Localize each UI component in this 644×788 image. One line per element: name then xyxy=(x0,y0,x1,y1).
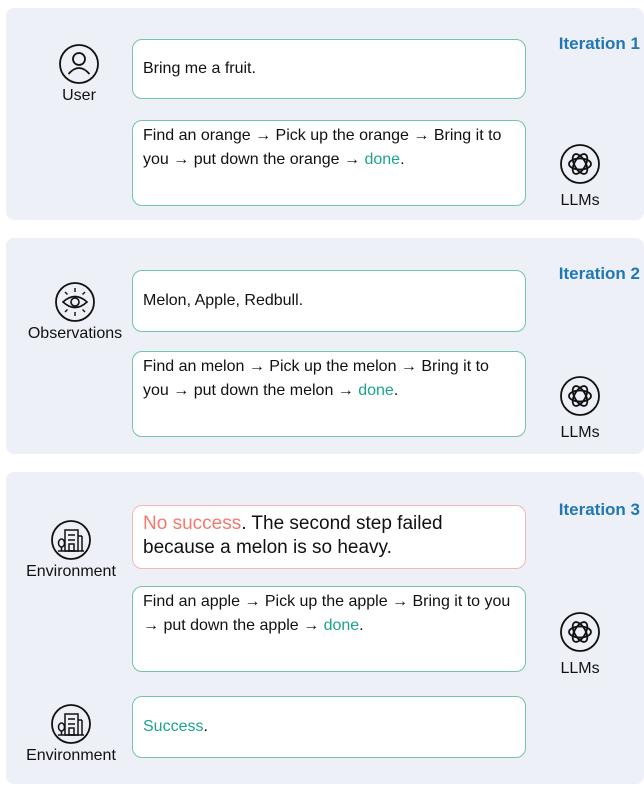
plan-end-punct: . xyxy=(393,382,399,399)
openai-logo-icon xyxy=(560,612,600,652)
final-feedback-box: Success. xyxy=(132,696,526,758)
iteration-3-panel: Iteration 3 Environment No success. The … xyxy=(6,472,644,784)
plan-end-punct: . xyxy=(359,617,364,634)
llm-actor-2: LLMs xyxy=(550,374,610,443)
llm-label: LLMs xyxy=(560,424,600,441)
iteration-3-title: Iteration 3 xyxy=(558,500,640,519)
plan-steps-text: Find an melon → Pick up the melon → Brin… xyxy=(143,358,489,399)
observations-text: Melon, Apple, Redbull. xyxy=(143,292,304,309)
iteration-2-panel: Iteration 2 Observations Melon, Apple, R… xyxy=(6,238,644,454)
plan-done-text: done xyxy=(358,382,394,399)
user-actor: User xyxy=(14,42,144,106)
llm-actor-1: LLMs xyxy=(550,142,610,211)
plan-steps-text: Find an orange → Pick up the orange → Br… xyxy=(143,127,502,168)
observations-actor: Observations xyxy=(10,280,140,344)
plan-done-text: done xyxy=(364,151,401,168)
llm-plan-box-1: Find an orange → Pick up the orange → Br… xyxy=(132,120,526,206)
llm-plan-box-3: Find an apple → Pick up the apple → Brin… xyxy=(132,586,526,672)
environment-label: Environment xyxy=(26,563,116,580)
llm-plan-box-2: Find an melon → Pick up the melon → Brin… xyxy=(132,351,526,437)
observations-box: Melon, Apple, Redbull. xyxy=(132,270,526,332)
environment-actor: Environment xyxy=(6,518,136,582)
openai-logo-icon xyxy=(560,376,600,416)
final-status: Success xyxy=(143,718,204,735)
llm-label: LLMs xyxy=(560,660,600,677)
user-prompt-box: Bring me a fruit. xyxy=(132,39,526,99)
user-prompt-text: Bring me a fruit. xyxy=(143,60,256,77)
llm-label: LLMs xyxy=(560,192,600,209)
user-label: User xyxy=(62,87,96,104)
iteration-1-title: Iteration 1 xyxy=(558,34,640,53)
observations-label: Observations xyxy=(27,325,123,342)
building-icon xyxy=(51,520,91,560)
user-icon xyxy=(59,44,99,84)
iteration-1-panel: Iteration 1 User Bring me a fruit. Find … xyxy=(6,8,644,220)
openai-logo-icon xyxy=(560,144,600,184)
building-icon xyxy=(51,704,91,744)
plan-end-punct: . xyxy=(400,151,405,168)
final-status-punct: . xyxy=(203,718,208,735)
feedback-box: No success. The second step failed becau… xyxy=(132,505,526,569)
iteration-2-title: Iteration 2 xyxy=(558,264,640,283)
environment-actor-final: Environment xyxy=(6,702,136,766)
llm-actor-3: LLMs xyxy=(550,610,610,679)
plan-done-text: done xyxy=(323,617,360,634)
feedback-status: No success xyxy=(143,513,242,534)
environment-label: Environment xyxy=(26,747,116,764)
eye-icon xyxy=(55,282,95,322)
